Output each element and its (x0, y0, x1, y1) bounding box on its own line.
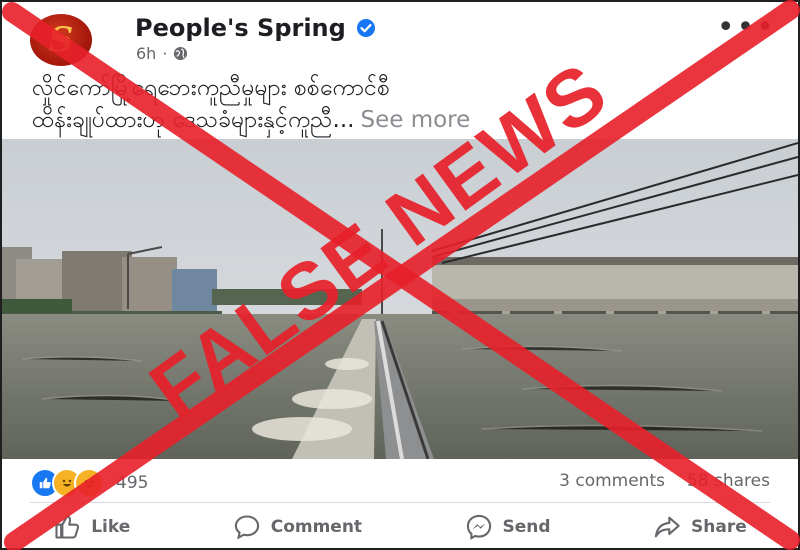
comment-bubble-icon (234, 515, 259, 540)
share-arrow-icon (654, 516, 680, 538)
verified-badge-icon (356, 19, 375, 37)
thumbs-up-icon (55, 515, 80, 539)
send-button[interactable]: Send (465, 513, 551, 541)
share-button[interactable]: Share (653, 513, 747, 541)
caption-line-1: လှိုင်ကော်မြို့ရေဘေးကူညီမှုများ စစ်ကောင်… (32, 75, 390, 101)
shares-count[interactable]: 58 shares (687, 471, 770, 491)
see-more-link[interactable]: See more (360, 107, 470, 133)
post-caption: လှိုင်ကော်မြို့ရေဘေးကူညီမှုများ စစ်ကောင်… (32, 72, 772, 136)
post-time[interactable]: 6h (136, 44, 156, 63)
globe-icon (174, 46, 188, 61)
caption-line-2: ထိန်းချုပ်ထားဟု ဒေသခံများနှင့်ကူညီ... See… (32, 104, 772, 136)
engagement-counts: 3 comments 58 shares (559, 471, 770, 491)
meta-separator: · (162, 44, 168, 63)
page-avatar[interactable]: S (30, 14, 92, 66)
facebook-post-card: S People's Spring 6h · ••• လှိုင်ကော်မြိ… (0, 0, 800, 550)
reaction-summary[interactable]: 495 (30, 468, 148, 498)
comments-count[interactable]: 3 comments (559, 471, 665, 491)
flooded-street-photo (2, 139, 798, 459)
like-button[interactable]: Like (53, 513, 130, 541)
send-label: Send (502, 517, 551, 537)
sad-reaction-icon (74, 468, 104, 498)
messenger-icon (466, 514, 491, 540)
page-name-text[interactable]: People's Spring (135, 14, 346, 42)
actions-divider (30, 502, 770, 503)
more-options-icon[interactable]: ••• (717, 10, 776, 45)
caption-line-2-text: ထိန်းချုပ်ထားဟု ဒေသခံများနှင့်ကူညီ... (32, 107, 355, 133)
reaction-count: 495 (116, 473, 149, 493)
like-label: Like (91, 517, 131, 537)
share-label: Share (691, 517, 747, 537)
action-bar: Like Comment Send Share (2, 507, 798, 547)
page-name[interactable]: People's Spring (135, 14, 376, 42)
comment-label: Comment (270, 517, 363, 537)
post-photo[interactable] (2, 139, 798, 459)
distant-trees (212, 289, 362, 305)
post-meta: 6h · (136, 44, 188, 63)
comment-button[interactable]: Comment (233, 513, 362, 541)
avatar-logo-letter: S (48, 20, 74, 60)
